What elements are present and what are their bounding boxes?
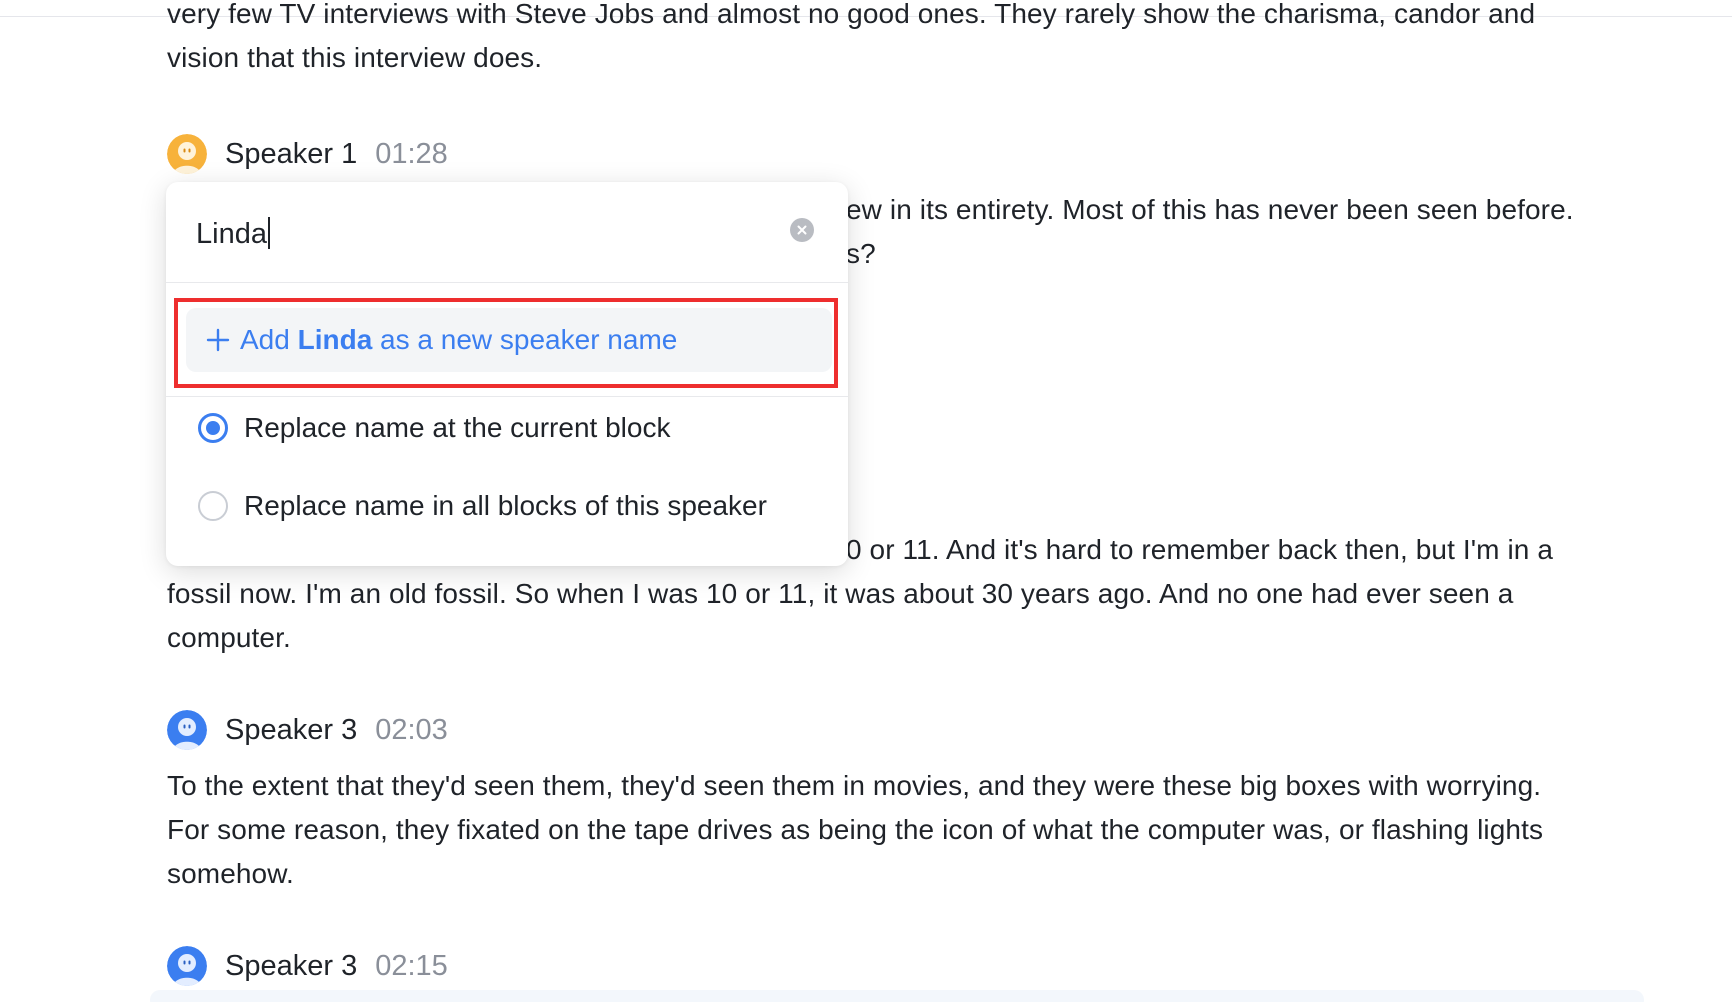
plus-icon [204, 326, 232, 354]
add-prefix: Add [240, 324, 298, 355]
name-input-container: Linda [166, 182, 848, 283]
option-replace-all-blocks[interactable]: Replace name in all blocks of this speak… [198, 484, 767, 528]
avatar-icon [167, 710, 207, 750]
block-3-line-3: somehow. [167, 858, 294, 889]
avatar-icon [167, 946, 207, 986]
block-2-line-2: fossil now. I'm an old fossil. So when I… [167, 578, 1514, 609]
clear-icon[interactable] [790, 218, 814, 242]
speaker-3-avatar[interactable] [167, 710, 207, 750]
close-icon [797, 225, 807, 235]
speaker-3-avatar[interactable] [167, 946, 207, 986]
speaker-name[interactable]: Speaker 3 [225, 714, 357, 747]
timestamp[interactable]: 02:15 [375, 950, 448, 983]
radio-label: Replace name at the current block [244, 412, 671, 443]
intro-line-1: very few TV interviews with Steve Jobs a… [167, 0, 1536, 29]
radio-label: Replace name in all blocks of this speak… [244, 490, 767, 521]
block-3-line-1: To the extent that they'd seen them, the… [167, 770, 1542, 801]
next-block-highlight [150, 990, 1644, 1002]
block-3-line-2: For some reason, they fixated on the tap… [167, 814, 1544, 845]
speaker-1-avatar[interactable] [167, 134, 207, 174]
speaker-header-1[interactable]: Speaker 1 01:28 [167, 132, 448, 176]
option-replace-current-block[interactable]: Replace name at the current block [198, 406, 670, 450]
add-option-label: Add Linda as a new speaker name [240, 324, 677, 356]
speaker-name-input[interactable]: Linda [196, 212, 270, 256]
add-new-speaker-option[interactable]: Add Linda as a new speaker name [186, 308, 832, 372]
rename-speaker-popover: Linda Add Linda as a new speaker name Re… [166, 182, 848, 566]
timestamp[interactable]: 02:03 [375, 714, 448, 747]
block-1-text: ew in its entirety. Most of this has nev… [846, 188, 1626, 276]
block-1-line-2: s? [846, 238, 876, 269]
intro-paragraph: very few TV interviews with Steve Jobs a… [167, 0, 1607, 80]
speaker-header-3b[interactable]: Speaker 3 02:15 [167, 944, 448, 988]
avatar-icon [167, 134, 207, 174]
add-name: Linda [297, 324, 373, 355]
intro-line-2: vision that this interview does. [167, 42, 543, 73]
block-3-text: To the extent that they'd seen them, the… [167, 764, 1607, 896]
speaker-name[interactable]: Speaker 3 [225, 950, 357, 983]
radio-unchecked[interactable] [198, 491, 228, 521]
speaker-header-3a[interactable]: Speaker 3 02:03 [167, 708, 448, 752]
text-caret [267, 217, 270, 250]
speaker-name[interactable]: Speaker 1 [225, 138, 357, 171]
block-2-line-3: computer. [167, 622, 291, 653]
transcript-page: very few TV interviews with Steve Jobs a… [0, 0, 1732, 1002]
popover-divider [166, 396, 848, 397]
add-suffix: as a new speaker name [372, 324, 678, 355]
radio-checked[interactable] [198, 413, 228, 443]
timestamp[interactable]: 01:28 [375, 138, 448, 171]
block-2-line-1: 0 or 11. And it's hard to remember back … [846, 534, 1554, 565]
input-value: Linda [196, 218, 267, 250]
block-1-line-1: ew in its entirety. Most of this has nev… [846, 194, 1574, 225]
block-2-text: fossil now. I'm an old fossil. So when I… [167, 572, 1607, 660]
